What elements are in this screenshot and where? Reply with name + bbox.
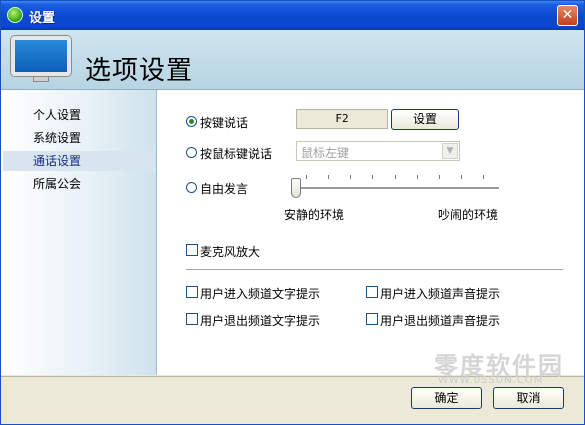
mouse-talk-label[interactable]: 按鼠标键说话 [200,145,272,162]
sidebar-item-system[interactable]: 系统设置 [3,128,155,148]
free-talk-radio[interactable] [186,182,197,193]
set-hotkey-button[interactable]: 设置 [391,109,459,130]
close-icon: ✕ [561,7,574,23]
divider [186,269,563,270]
settings-window: 设置 ✕ 选项设置 个人设置 系统设置 通话设置 所属公会 按键说话 F2 设置… [0,0,585,425]
mouse-key-select[interactable]: 鼠标左键 ▼ [296,141,460,161]
exit-sound-checkbox[interactable] [366,313,378,325]
exit-sound-label[interactable]: 用户退出频道声音提示 [380,312,500,329]
enter-sound-checkbox[interactable] [366,286,378,298]
window-title: 设置 [29,11,56,26]
close-button[interactable]: ✕ [557,5,578,26]
mic-amplify-checkbox[interactable] [186,244,198,256]
cancel-button[interactable]: 取消 [493,387,564,409]
sidebar: 个人设置 系统设置 通话设置 所属公会 [1,90,157,375]
mouse-talk-radio[interactable] [186,147,197,158]
sidebar-item-personal[interactable]: 个人设置 [3,105,155,125]
enter-text-checkbox[interactable] [186,286,198,298]
title-bar[interactable]: 设置 ✕ [1,1,584,30]
page-title: 选项设置 [85,56,194,86]
sidebar-item-guild[interactable]: 所属公会 [3,174,155,194]
mic-amplify-label[interactable]: 麦克风放大 [200,243,260,260]
hotkey-talk-radio[interactable] [186,116,197,127]
chevron-down-icon[interactable]: ▼ [442,143,458,159]
noisy-environment-label: 吵闹的环境 [438,208,499,222]
exit-text-checkbox[interactable] [186,313,198,325]
monitor-icon [11,36,71,82]
hotkey-field[interactable]: F2 [296,109,388,129]
mouse-key-value: 鼠标左键 [301,146,350,160]
exit-text-label[interactable]: 用户退出频道文字提示 [200,312,320,329]
settings-panel [157,90,584,375]
sidebar-item-talk[interactable]: 通话设置 [3,151,155,171]
environment-slider-track[interactable] [294,187,499,190]
free-talk-label[interactable]: 自由发言 [200,180,248,197]
enter-text-label[interactable]: 用户进入频道文字提示 [200,285,320,302]
app-logo-icon [7,7,23,23]
environment-slider-thumb[interactable] [291,178,301,198]
hotkey-talk-label[interactable]: 按键说话 [200,114,248,131]
header-banner: 选项设置 [1,30,584,90]
quiet-environment-label: 安静的环境 [284,208,345,222]
enter-sound-label[interactable]: 用户进入频道声音提示 [380,285,500,302]
ok-button[interactable]: 确定 [411,387,482,409]
watermark-url: WWW.05SUN.COM [438,375,544,386]
